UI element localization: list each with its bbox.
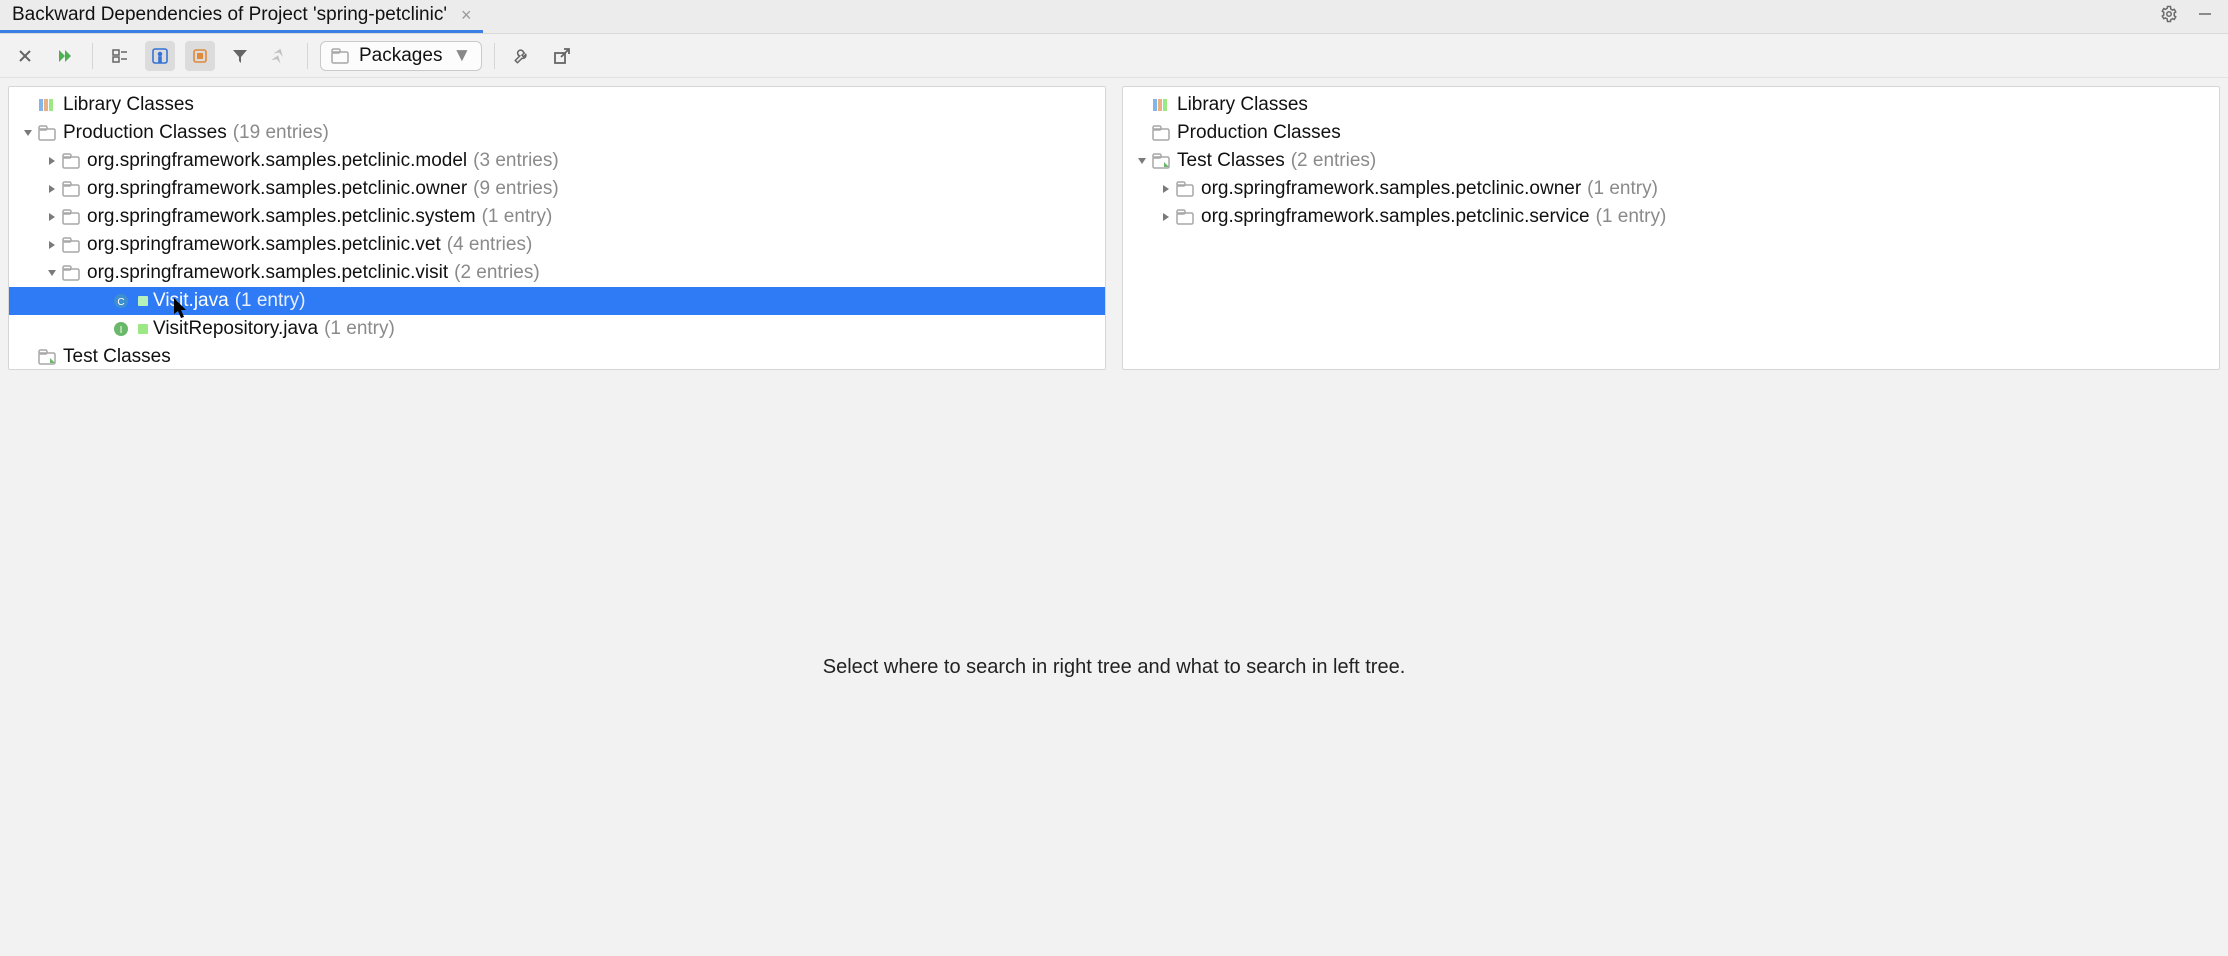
tree-row-label: Library Classes (63, 94, 194, 116)
show-illegal-only-icon[interactable] (145, 41, 175, 71)
autoscroll-icon[interactable] (265, 41, 295, 71)
tree-row[interactable]: org.springframework.samples.petclinic.ow… (1123, 175, 2219, 203)
folder-icon (37, 125, 57, 141)
tree-row[interactable]: org.springframework.samples.petclinic.vi… (9, 259, 1105, 287)
tree-row[interactable]: Production Classes (19 entries) (9, 119, 1105, 147)
tree-panes: ▸Library Classes Production Classes (19 en… (0, 78, 2228, 378)
tree-row-label: Production Classes (1177, 122, 1341, 144)
chevron-down-icon: ▼ (452, 45, 471, 67)
scope-label: Packages (359, 45, 442, 67)
tree-row-count: (1 entry) (1587, 178, 1658, 200)
tree-row-label: Test Classes (1177, 150, 1285, 172)
tree-row[interactable]: org.springframework.samples.petclinic.ow… (9, 175, 1105, 203)
folder-icon (61, 265, 81, 281)
tree-row[interactable]: ▸Library Classes (9, 91, 1105, 119)
tree-row-label: org.springframework.samples.petclinic.mo… (87, 150, 467, 172)
tree-row-label: Production Classes (63, 122, 227, 144)
tree-row-label: org.springframework.samples.petclinic.ve… (87, 234, 441, 256)
tab-title: Backward Dependencies of Project 'spring… (12, 4, 447, 26)
iface-icon: I (111, 321, 131, 337)
tree-row-label: org.springframework.samples.petclinic.sy… (87, 206, 476, 228)
tree-row[interactable]: ▸Production Classes (1123, 119, 2219, 147)
tree-row-label: Visit.java (153, 290, 229, 312)
rerun-icon[interactable] (50, 41, 80, 71)
tree-row[interactable]: org.springframework.samples.petclinic.mo… (9, 147, 1105, 175)
tree-row-count: (19 entries) (233, 122, 329, 144)
tree-row-label: org.springframework.samples.petclinic.ow… (1201, 178, 1581, 200)
group-by-scope-icon[interactable] (185, 41, 215, 71)
tree-row-count: (1 entry) (482, 206, 553, 228)
tree-row[interactable]: Test Classes (2 entries) (1123, 147, 2219, 175)
tree-row[interactable]: ▸IVisitRepository.java(1 entry) (9, 315, 1105, 343)
tree-row-label: org.springframework.samples.petclinic.ow… (87, 178, 467, 200)
wrench-icon[interactable] (507, 41, 537, 71)
tree-row[interactable]: org.springframework.samples.petclinic.sy… (9, 203, 1105, 231)
test-icon (37, 349, 57, 365)
folder-icon (1175, 181, 1195, 197)
tree-row-label: org.springframework.samples.petclinic.vi… (87, 262, 448, 284)
folder-icon (61, 181, 81, 197)
folder-icon (1175, 209, 1195, 225)
tree-row-count: (1 entry) (1596, 206, 1667, 228)
tree-row-label: org.springframework.samples.petclinic.se… (1201, 206, 1590, 228)
export-icon[interactable] (547, 41, 577, 71)
left-tree[interactable]: ▸Library Classes Production Classes (19 en… (9, 87, 1105, 370)
class-icon: C (111, 293, 131, 309)
filter-icon[interactable] (225, 41, 255, 71)
tree-row-count: (1 entry) (324, 318, 395, 340)
tree-row-label: Test Classes (63, 346, 171, 368)
tree-row-count: (1 entry) (235, 290, 306, 312)
panel-tab[interactable]: Backward Dependencies of Project 'spring… (0, 0, 483, 33)
tree-row-count: (9 entries) (473, 178, 559, 200)
folder-icon (61, 209, 81, 225)
svg-text:C: C (117, 297, 124, 308)
tree-row[interactable]: ▸Test Classes (9, 343, 1105, 370)
lib-icon (37, 97, 57, 113)
hint-text: Select where to search in right tree and… (823, 656, 1406, 679)
test-icon (1151, 153, 1171, 169)
tab-bar: Backward Dependencies of Project 'spring… (0, 0, 2228, 34)
close-icon[interactable] (10, 41, 40, 71)
gear-icon[interactable] (2160, 5, 2178, 29)
tree-row[interactable]: ▸CVisit.java(1 entry) (9, 287, 1105, 315)
tree-row-count: (2 entries) (454, 262, 540, 284)
tree-row[interactable]: org.springframework.samples.petclinic.se… (1123, 203, 2219, 231)
flatten-packages-icon[interactable] (105, 41, 135, 71)
folder-icon (61, 153, 81, 169)
close-tab-icon[interactable]: × (461, 5, 472, 26)
package-icon (331, 48, 349, 64)
toolbar: Packages ▼ (0, 34, 2228, 78)
left-tree-pane[interactable]: ▸Library Classes Production Classes (19 en… (8, 86, 1106, 370)
minimize-icon[interactable] (2196, 5, 2214, 29)
tree-row-label: Library Classes (1177, 94, 1308, 116)
tree-row-count: (3 entries) (473, 150, 559, 172)
tree-row[interactable]: ▸Library Classes (1123, 91, 2219, 119)
folder-icon (61, 237, 81, 253)
right-tree-pane[interactable]: ▸Library Classes▸Production ClassesTest … (1122, 86, 2220, 370)
tree-row[interactable]: org.springframework.samples.petclinic.ve… (9, 231, 1105, 259)
folder-icon (1151, 125, 1171, 141)
lib-icon (1151, 97, 1171, 113)
tree-row-label: VisitRepository.java (153, 318, 318, 340)
results-placeholder: Select where to search in right tree and… (0, 378, 2228, 956)
tree-row-count: (2 entries) (1291, 150, 1377, 172)
right-tree[interactable]: ▸Library Classes▸Production ClassesTest … (1123, 87, 2219, 235)
scope-dropdown[interactable]: Packages ▼ (320, 41, 482, 71)
tree-row-count: (4 entries) (447, 234, 533, 256)
svg-text:I: I (120, 325, 123, 336)
